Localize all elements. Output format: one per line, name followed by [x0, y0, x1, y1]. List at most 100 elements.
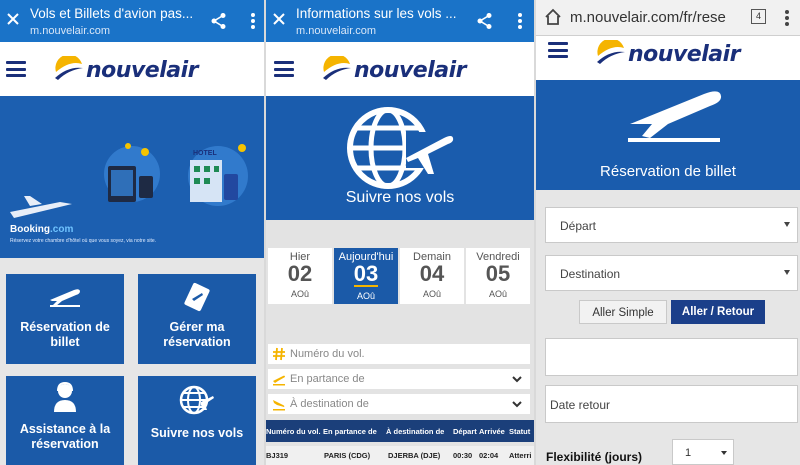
close-icon[interactable]	[6, 12, 20, 26]
col-departure-time: Départ	[453, 427, 477, 436]
round-trip-button[interactable]: Aller / Retour	[671, 300, 765, 324]
tile-label-line2: billet	[50, 335, 80, 349]
booking-brand-name: Booking	[10, 224, 50, 235]
booking-tagline: Réservez votre chambre d'hôtel où que vo…	[10, 238, 157, 244]
tab-switcher[interactable]: 4	[751, 9, 766, 24]
screen-home: Vols et Billets d'avion pas... m.nouvela…	[0, 0, 264, 465]
logo-wordmark: nouvelair	[354, 58, 466, 83]
flights-table-header: Numéro du vol. En partance de À destinat…	[266, 420, 534, 442]
day-tab-today[interactable]: Aujourd'hui 03 AOû	[334, 248, 398, 304]
browser-tab-bar: Informations sur les vols ... m.nouvelai…	[266, 0, 534, 42]
chevron-down-icon	[512, 401, 522, 408]
tile-label-line1: Gérer ma	[169, 320, 225, 334]
share-icon[interactable]	[210, 12, 228, 30]
home-icon[interactable]	[544, 8, 562, 26]
plane-takeoff-icon	[273, 375, 285, 386]
site-header: nouvelair	[0, 42, 264, 96]
booking-banner[interactable]: HOTEL Booking.com Réservez votre chambre…	[0, 96, 264, 258]
booking-brand: Booking.com	[10, 224, 73, 235]
hero-title: Réservation de billet	[600, 163, 736, 180]
day-number: 03	[353, 261, 379, 287]
flight-status-hero: Suivre nos vols	[266, 96, 534, 220]
departure-select[interactable]: Départ	[545, 207, 798, 243]
tile-label-line2: réservation	[31, 437, 99, 451]
one-way-button[interactable]: Aller Simple	[579, 300, 667, 324]
tile-booking-assistance[interactable]: Assistance à la réservation	[6, 376, 124, 465]
day-month: AOû	[356, 291, 375, 301]
return-date-label: Date retour	[550, 398, 611, 412]
hotel-sign: HOTEL	[193, 150, 217, 157]
logo-wordmark: nouvelair	[628, 42, 740, 67]
hamburger-menu-icon[interactable]	[274, 61, 294, 77]
destination-select[interactable]: Destination	[545, 255, 798, 291]
plane-landing-icon	[273, 400, 285, 411]
departure-date-input[interactable]	[545, 338, 798, 376]
destination-label: Destination	[560, 267, 621, 281]
cell-destination: DJERBA (DJE)	[388, 451, 441, 460]
day-tab-friday[interactable]: Vendredi 05 AOû	[466, 248, 530, 304]
day-tab-yesterday[interactable]: Hier 02 AOû	[268, 248, 332, 304]
booking-brand-suffix: .com	[50, 224, 74, 235]
flexibility-select[interactable]: 1	[672, 439, 734, 465]
dropdown-arrow-icon	[784, 222, 790, 227]
destination-select[interactable]: À destination de	[268, 394, 530, 414]
tab-title: Vols et Billets d'avion pas...	[30, 6, 194, 21]
flight-search-area: Hier 02 AOû Aujourd'hui 03 AOû Demain 04…	[266, 220, 534, 465]
more-options-icon[interactable]	[250, 12, 256, 30]
tile-label-line1: Assistance à la	[19, 422, 111, 436]
tile-label-line2: réservation	[163, 335, 231, 349]
nouvelair-logo[interactable]: nouvelair	[54, 54, 244, 88]
day-number: 05	[485, 261, 511, 286]
ticket-plane-icon	[184, 282, 210, 312]
col-status: Statut	[509, 427, 531, 436]
more-options-icon[interactable]	[784, 9, 790, 27]
cell-departure-time: 00:30	[453, 451, 473, 460]
hamburger-menu-icon[interactable]	[548, 42, 568, 58]
close-icon[interactable]	[272, 12, 286, 26]
departure-placeholder: En partance de	[290, 373, 365, 385]
tile-label-line1: Suivre nos vols	[150, 426, 244, 440]
site-header: nouvelair	[266, 42, 534, 96]
browser-tab-bar: Vols et Billets d'avion pas... m.nouvela…	[0, 0, 264, 42]
plane-takeoff-icon	[50, 289, 80, 307]
flexibility-label: Flexibilité (jours)	[546, 450, 643, 464]
day-month: AOû	[290, 289, 309, 299]
screen-flight-status: Informations sur les vols ... m.nouvelai…	[266, 0, 534, 465]
tile-follow-flights[interactable]: Suivre nos vols	[138, 376, 256, 465]
return-date-input[interactable]: Date retour	[545, 385, 798, 423]
cell-departure: PARIS (CDG)	[324, 451, 371, 460]
tab-title: Informations sur les vols ...	[296, 6, 457, 21]
home-menu-grid: Réservation de billet Gérer ma réservati…	[0, 258, 264, 465]
tile-manage-booking[interactable]: Gérer ma réservation	[138, 274, 256, 364]
dropdown-arrow-icon	[721, 451, 727, 455]
nouvelair-logo[interactable]: nouvelair	[596, 38, 786, 72]
reservation-form: Départ Destination Aller Simple Aller / …	[536, 190, 800, 465]
site-header: nouvelair	[536, 36, 800, 80]
logo-sun-icon	[55, 56, 83, 80]
cell-arrival-time: 02:04	[479, 451, 499, 460]
logo-wordmark: nouvelair	[86, 58, 198, 83]
more-options-icon[interactable]	[517, 12, 523, 30]
hamburger-menu-icon[interactable]	[6, 61, 26, 77]
departure-select[interactable]: En partance de	[268, 369, 530, 389]
cell-status: Atterri	[509, 451, 532, 460]
table-row[interactable]: BJ319 PARIS (CDG) DJERBA (DJE) 00:30 02:…	[266, 446, 534, 465]
tile-label-line1: Réservation de	[20, 320, 110, 334]
chevron-down-icon	[512, 376, 522, 383]
departure-label: Départ	[560, 219, 597, 233]
col-flight-number: Numéro du vol.	[266, 427, 321, 436]
share-icon[interactable]	[476, 12, 494, 30]
agent-assistance-icon	[54, 382, 76, 412]
address-url[interactable]: m.nouvelair.com/fr/rese	[570, 9, 742, 26]
globe-plane-icon	[347, 107, 454, 189]
flight-number-input[interactable]: Numéro du vol.	[268, 344, 530, 364]
globe-plane-icon	[179, 385, 214, 415]
flexibility-value: 1	[685, 447, 692, 459]
reservation-hero: Réservation de billet	[536, 80, 800, 190]
day-tab-tomorrow[interactable]: Demain 04 AOû	[400, 248, 464, 304]
tab-url: m.nouvelair.com	[30, 25, 111, 37]
nouvelair-logo[interactable]: nouvelair	[322, 54, 512, 88]
tile-ticket-reservation[interactable]: Réservation de billet	[6, 274, 124, 364]
day-number: 04	[419, 261, 445, 286]
plane-takeoff-icon	[628, 91, 722, 142]
